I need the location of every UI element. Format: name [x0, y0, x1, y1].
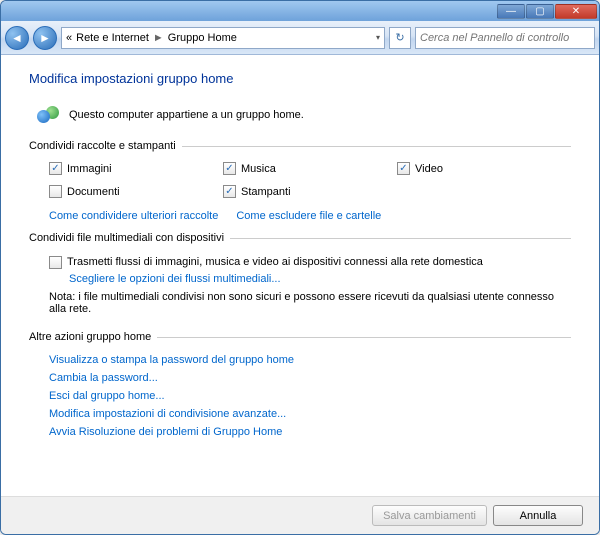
link-troubleshoot[interactable]: Avvia Risoluzione dei problemi di Gruppo…: [29, 423, 571, 441]
divider: [157, 337, 571, 338]
checkbox-label: Video: [415, 163, 443, 175]
link-change-password[interactable]: Cambia la password...: [29, 369, 571, 387]
checkbox-immagini[interactable]: ✓ Immagini: [49, 162, 223, 175]
section-media-label: Condividi file multimediali con disposit…: [29, 232, 224, 244]
checkbox-label: Trasmetti flussi di immagini, musica e v…: [67, 256, 483, 268]
search-input[interactable]: [415, 27, 595, 49]
link-stream-options[interactable]: Scegliere le opzioni dei flussi multimed…: [69, 273, 281, 285]
divider: [230, 238, 571, 239]
cancel-button[interactable]: Annulla: [493, 505, 583, 526]
breadcrumb-parent[interactable]: Rete e Internet: [76, 32, 149, 44]
section-actions-label: Altre azioni gruppo home: [29, 331, 151, 343]
refresh-button[interactable]: ↻: [389, 27, 411, 49]
checkbox-musica[interactable]: ✓ Musica: [223, 162, 397, 175]
link-view-password[interactable]: Visualizza o stampa la password del grup…: [29, 351, 571, 369]
footer: Salva cambiamenti Annulla: [1, 496, 599, 534]
checkbox-box: ✓: [223, 162, 236, 175]
media-note: Nota: i file multimediali condivisi non …: [29, 285, 571, 323]
checkbox-label: Immagini: [67, 163, 112, 175]
checkbox-label: Musica: [241, 163, 276, 175]
share-checkgrid: ✓ Immagini ✓ Musica ✓ Video Documenti ✓ …: [29, 160, 571, 208]
breadcrumb-current[interactable]: Gruppo Home: [168, 32, 237, 44]
titlebar: — ▢ ✕: [1, 1, 599, 21]
breadcrumb-sep-icon: ►: [153, 32, 164, 44]
checkbox-box: ✓: [49, 162, 62, 175]
link-advanced-sharing[interactable]: Modifica impostazioni di condivisione av…: [29, 405, 571, 423]
checkbox-box: ✓: [397, 162, 410, 175]
window-frame: — ▢ ✕ ◄ ► « Rete e Internet ► Gruppo Hom…: [0, 0, 600, 535]
section-media-header: Condividi file multimediali con disposit…: [29, 232, 571, 244]
checkbox-label: Stampanti: [241, 186, 291, 198]
section-share-label: Condividi raccolte e stampanti: [29, 140, 176, 152]
breadcrumb[interactable]: « Rete e Internet ► Gruppo Home ▾: [61, 27, 385, 49]
checkbox-video[interactable]: ✓ Video: [397, 162, 571, 175]
divider: [182, 146, 571, 147]
link-exclude[interactable]: Come escludere file e cartelle: [236, 210, 381, 222]
section-share-header: Condividi raccolte e stampanti: [29, 140, 571, 152]
navbar: ◄ ► « Rete e Internet ► Gruppo Home ▾ ↻: [1, 21, 599, 55]
breadcrumb-dropdown-icon[interactable]: ▾: [376, 33, 380, 42]
checkbox-box: [49, 256, 62, 269]
checkbox-box: [49, 185, 62, 198]
chevrons-icon: «: [66, 32, 72, 44]
homegroup-icon: [37, 104, 59, 126]
info-text: Questo computer appartiene a un gruppo h…: [69, 109, 304, 121]
content-area: Modifica impostazioni gruppo home Questo…: [1, 55, 599, 496]
checkbox-box: ✓: [223, 185, 236, 198]
forward-button[interactable]: ►: [33, 26, 57, 50]
checkbox-documenti[interactable]: Documenti: [49, 185, 223, 198]
link-leave-homegroup[interactable]: Esci dal gruppo home...: [29, 387, 571, 405]
info-row: Questo computer appartiene a un gruppo h…: [29, 104, 571, 126]
checkbox-stream[interactable]: Trasmetti flussi di immagini, musica e v…: [49, 256, 483, 269]
maximize-button[interactable]: ▢: [526, 4, 554, 19]
back-button[interactable]: ◄: [5, 26, 29, 50]
minimize-button[interactable]: —: [497, 4, 525, 19]
save-button: Salva cambiamenti: [372, 505, 487, 526]
page-title: Modifica impostazioni gruppo home: [29, 71, 571, 86]
checkbox-stampanti[interactable]: ✓ Stampanti: [223, 185, 397, 198]
link-share-more[interactable]: Come condividere ulteriori raccolte: [49, 210, 218, 222]
close-button[interactable]: ✕: [555, 4, 597, 19]
checkbox-label: Documenti: [67, 186, 120, 198]
section-actions-header: Altre azioni gruppo home: [29, 331, 571, 343]
